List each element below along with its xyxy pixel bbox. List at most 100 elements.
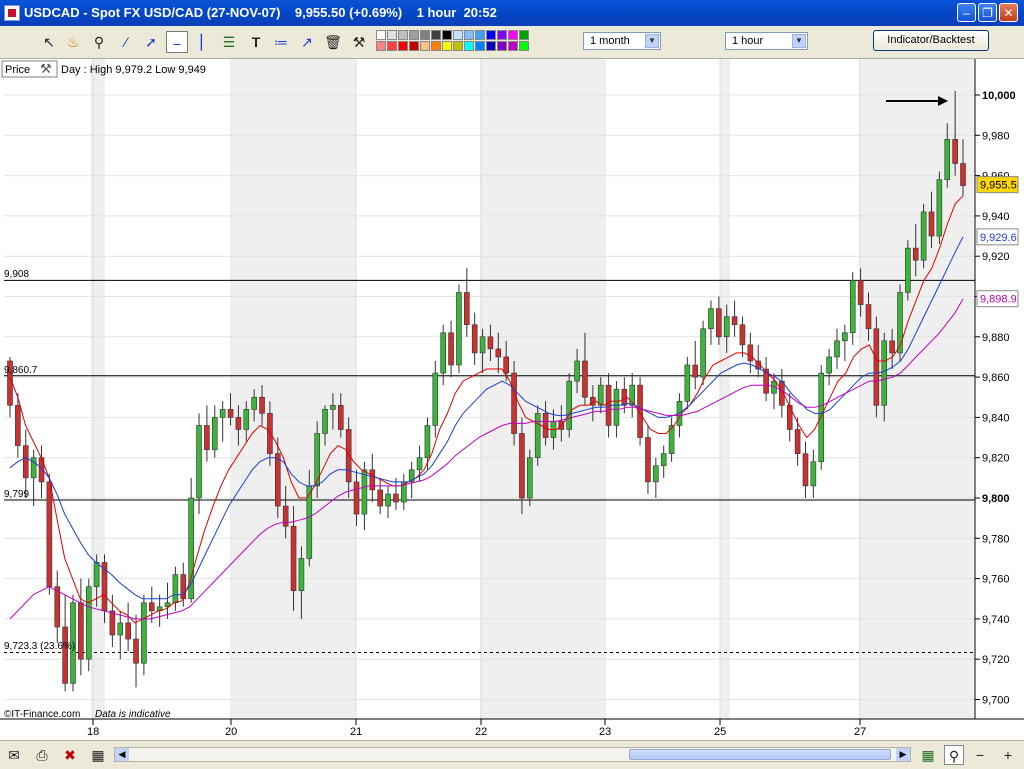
palette-swatch[interactable]	[398, 41, 408, 51]
candle-body	[511, 372, 517, 434]
palette-swatch[interactable]	[387, 41, 397, 51]
palette-swatch[interactable]	[475, 41, 485, 51]
trash-icon[interactable]: 🗑	[322, 31, 344, 53]
close-button[interactable]: ✕	[999, 3, 1018, 22]
candle-body	[448, 332, 454, 366]
candle-body	[290, 525, 297, 591]
print-icon[interactable]: ⎙	[32, 745, 52, 765]
palette-swatch[interactable]	[486, 41, 496, 51]
candle-body	[739, 324, 746, 346]
email-icon[interactable]: ✉	[4, 745, 24, 765]
zoom-out-icon[interactable]: −	[970, 745, 990, 765]
palette-swatch[interactable]	[453, 41, 463, 51]
palette-swatch[interactable]	[519, 41, 529, 51]
candle-body	[826, 356, 832, 374]
chart-area[interactable]: 10,0009,9809,9609,9409,9209,9009,8809,86…	[0, 59, 1024, 743]
palette-swatch[interactable]	[475, 30, 485, 40]
copyright-label: ©IT-Finance.com	[4, 709, 80, 720]
y-tick-label: 9,880	[982, 332, 1010, 344]
zoom-icon[interactable]: ⚲	[88, 31, 110, 53]
bar-chart-icon[interactable]: ▦	[918, 745, 938, 765]
wrench-icon[interactable]: ⚒	[40, 61, 52, 76]
palette-swatch[interactable]	[376, 30, 386, 40]
candle-body	[684, 364, 691, 402]
restore-button[interactable]: ❐	[978, 3, 997, 22]
candle-body	[613, 388, 620, 426]
price-tag-label: 9,929.6	[980, 232, 1017, 244]
trend-line-icon[interactable]: ➚	[140, 31, 162, 53]
y-tick-label: 9,820	[982, 453, 1010, 465]
settings-tools-icon[interactable]: ⚒	[348, 31, 370, 53]
price-tag-label: 9,898.9	[980, 294, 1017, 306]
candle-body	[15, 405, 21, 446]
channel-icon[interactable]: ≔	[270, 31, 292, 53]
line-draw-icon[interactable]: ∕	[115, 31, 137, 53]
palette-swatch[interactable]	[508, 41, 518, 51]
palette-swatch[interactable]	[431, 41, 441, 51]
palette-swatch[interactable]	[442, 30, 452, 40]
period-select-value: 1 month	[590, 35, 630, 47]
color-palette[interactable]	[376, 30, 529, 52]
y-tick-label: 9,780	[982, 533, 1010, 545]
chevron-down-icon[interactable]: ▼	[645, 34, 659, 48]
candle-body	[960, 163, 966, 186]
candle-body	[274, 453, 281, 507]
palette-swatch[interactable]	[431, 30, 441, 40]
chevron-down-icon[interactable]: ▼	[792, 34, 806, 48]
interval-select[interactable]: 1 hour ▼	[725, 32, 808, 50]
delete-icon[interactable]: ✖	[60, 745, 80, 765]
scroll-thumb[interactable]	[629, 749, 891, 760]
candle-body	[46, 481, 53, 587]
candle-body	[125, 622, 131, 640]
y-tick-label: 9,720	[982, 654, 1010, 666]
zoom-reset-icon[interactable]: ⚲	[944, 745, 964, 765]
palette-swatch[interactable]	[519, 30, 529, 40]
palette-swatch[interactable]	[508, 30, 518, 40]
candle-body	[393, 493, 399, 503]
fibonacci-icon[interactable]: ☰	[218, 31, 240, 53]
level-label-1: 9,908	[4, 269, 29, 280]
candle-body	[802, 453, 809, 487]
arrow-tool-icon[interactable]: ↗	[296, 31, 318, 53]
crosshair-icon[interactable]: ⎯	[166, 31, 188, 53]
candle-body	[534, 413, 541, 458]
price-chart[interactable]: 10,0009,9809,9609,9409,9209,9009,8809,86…	[0, 59, 1024, 743]
palette-swatch[interactable]	[376, 41, 386, 51]
alarm-bell-icon[interactable]: ♨	[62, 31, 84, 53]
palette-swatch[interactable]	[486, 30, 496, 40]
candle-body	[85, 586, 92, 660]
candle-body	[219, 409, 226, 418]
indicator-backtest-button[interactable]: Indicator/Backtest	[873, 30, 989, 51]
minimize-button[interactable]: –	[957, 3, 976, 22]
palette-swatch[interactable]	[420, 41, 430, 51]
palette-swatch[interactable]	[409, 30, 419, 40]
candle-body	[330, 405, 336, 410]
zoom-in-icon[interactable]: +	[998, 745, 1018, 765]
candle-body	[62, 626, 68, 684]
candle-body	[653, 465, 659, 483]
vertical-line-icon[interactable]: ⎢	[192, 31, 214, 53]
palette-swatch[interactable]	[453, 30, 463, 40]
candle-body	[645, 437, 651, 483]
palette-swatch[interactable]	[387, 30, 397, 40]
scroll-left-icon[interactable]: ◀	[115, 748, 129, 761]
cursor-icon[interactable]: ↖	[38, 31, 60, 53]
scroll-right-icon[interactable]: ▶	[896, 748, 910, 761]
palette-swatch[interactable]	[464, 30, 474, 40]
palette-swatch[interactable]	[497, 41, 507, 51]
palette-swatch[interactable]	[442, 41, 452, 51]
text-tool-icon[interactable]: T	[245, 31, 267, 53]
palette-swatch[interactable]	[464, 41, 474, 51]
palette-swatch[interactable]	[409, 41, 419, 51]
export-icon[interactable]: ▦	[88, 745, 108, 765]
period-select[interactable]: 1 month ▼	[583, 32, 661, 50]
candle-body	[865, 304, 872, 330]
candle-body	[952, 139, 958, 164]
candle-body	[78, 602, 84, 660]
palette-swatch[interactable]	[420, 30, 430, 40]
day-info: Day : High 9,979.2 Low 9,949	[61, 64, 206, 76]
session-shade	[232, 59, 356, 719]
time-scrollbar[interactable]: ◀ ▶	[114, 747, 911, 762]
palette-swatch[interactable]	[398, 30, 408, 40]
palette-swatch[interactable]	[497, 30, 507, 40]
